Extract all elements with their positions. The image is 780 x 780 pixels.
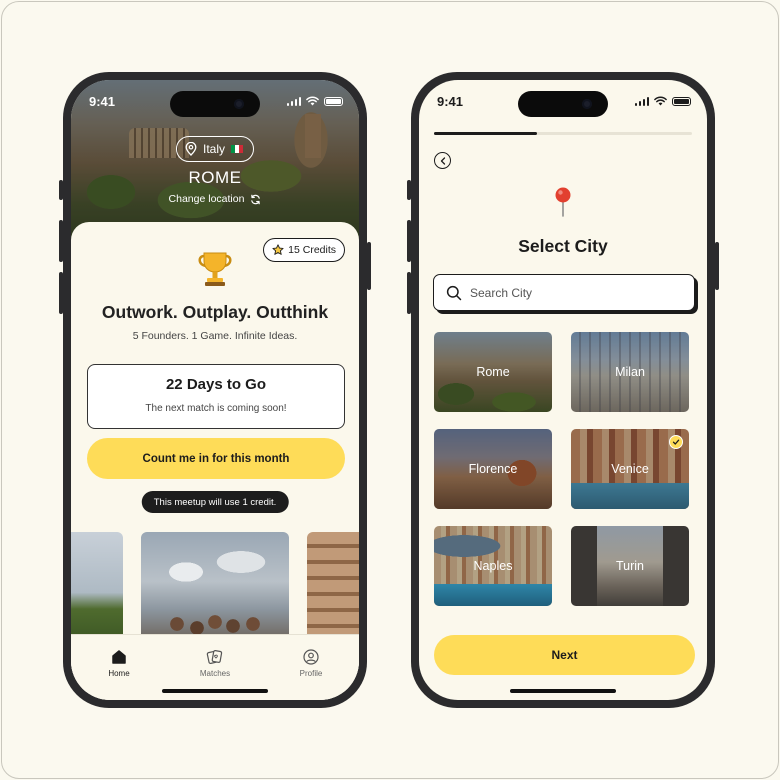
italy-flag-icon (231, 145, 244, 153)
city-name: Turin (615, 559, 644, 573)
countdown-message: The next match is coming soon! (145, 403, 287, 414)
phone-power-button (715, 242, 719, 290)
change-location-link[interactable]: Change location (71, 193, 359, 205)
search-input[interactable] (470, 285, 682, 300)
next-button[interactable]: Next (434, 635, 695, 675)
cellular-signal-icon (634, 96, 649, 106)
location-pin-icon (185, 142, 197, 156)
star-icon (272, 244, 284, 255)
tab-matches-label: Matches (199, 669, 231, 678)
tab-profile[interactable]: Profile (263, 635, 359, 700)
phone-power-button (367, 242, 371, 290)
tab-home-label: Home (108, 669, 130, 678)
phone-volume-up (407, 220, 411, 262)
headline: Outwork. Outplay. Outthink (101, 302, 329, 322)
home-content-card: 15 Credits Outwork. Outplay. Outthink 5 … (71, 222, 359, 700)
city-name: Rome (476, 365, 510, 379)
progress-fill (434, 132, 538, 135)
battery-icon (324, 96, 343, 106)
country-name: Italy (202, 142, 226, 156)
search-field[interactable] (433, 274, 695, 311)
credits-label: 15 Credits (288, 244, 336, 256)
home-indicator (510, 689, 616, 693)
phone-volume-up (59, 220, 63, 262)
countdown-card: 22 Days to Go The next match is coming s… (87, 364, 345, 429)
city-card-florence[interactable]: Florence (434, 429, 552, 509)
back-button[interactable] (434, 152, 451, 169)
carousel-photo[interactable] (307, 532, 359, 642)
wifi-icon (654, 96, 667, 106)
page-title: Select City (518, 236, 608, 256)
carousel-photo[interactable] (141, 532, 289, 642)
status-icons (286, 96, 343, 106)
status-time: 9:41 (89, 94, 116, 109)
credit-usage-tooltip: This meetup will use 1 credit. (141, 491, 289, 513)
city-name: Florence (468, 462, 518, 476)
phone-select-city: 9:41 Select City Rome Milan Florence (407, 72, 719, 708)
countdown-title: 22 Days to Go (165, 376, 267, 393)
city-card-rome[interactable]: Rome (434, 332, 552, 412)
selected-check-icon (669, 435, 683, 449)
home-screen: 9:41 Italy ROME Change location 15 Credi… (71, 80, 359, 700)
phone-home: 9:41 Italy ROME Change location 15 Credi… (59, 72, 371, 708)
dynamic-island (518, 91, 608, 117)
wifi-icon (306, 96, 319, 106)
city-card-milan[interactable]: Milan (571, 332, 689, 412)
search-icon (446, 285, 462, 300)
city-card-venice[interactable]: Venice (571, 429, 689, 509)
country-selector[interactable]: Italy (175, 136, 255, 162)
tab-home[interactable]: Home (71, 635, 167, 700)
pushpin-icon (555, 187, 571, 217)
carousel-photo[interactable] (71, 532, 123, 642)
count-me-in-button[interactable]: Count me in for this month (87, 438, 345, 479)
phone-volume-down (59, 272, 63, 314)
home-icon (112, 650, 126, 664)
select-city-screen: 9:41 Select City Rome Milan Florence (419, 80, 707, 700)
change-location-label: Change location (168, 193, 245, 205)
refresh-icon (251, 194, 261, 204)
subheadline: 5 Founders. 1 Game. Infinite Ideas. (132, 330, 298, 342)
home-indicator (162, 689, 268, 693)
status-time: 9:41 (437, 94, 464, 109)
cellular-signal-icon (286, 96, 301, 106)
phone-volume-down (407, 272, 411, 314)
onboarding-progress-bar (434, 132, 692, 135)
profile-icon (303, 649, 319, 665)
city-card-turin[interactable]: Turin (571, 526, 689, 606)
city-card-naples[interactable]: Naples (434, 526, 552, 606)
photo-carousel[interactable] (71, 532, 359, 642)
tab-profile-label: Profile (299, 669, 323, 678)
battery-icon (672, 96, 691, 106)
phone-mute-switch (407, 180, 411, 200)
phone-mute-switch (59, 180, 63, 200)
trophy-icon (198, 252, 232, 286)
matches-icon (206, 650, 223, 665)
current-city: ROME (188, 168, 242, 187)
city-name: Venice (611, 462, 649, 476)
dynamic-island (170, 91, 260, 117)
city-name: Naples (473, 559, 513, 573)
chevron-left-icon (440, 156, 445, 165)
city-name: Milan (615, 365, 645, 379)
status-icons (634, 96, 691, 106)
credits-badge[interactable]: 15 Credits (263, 238, 345, 262)
